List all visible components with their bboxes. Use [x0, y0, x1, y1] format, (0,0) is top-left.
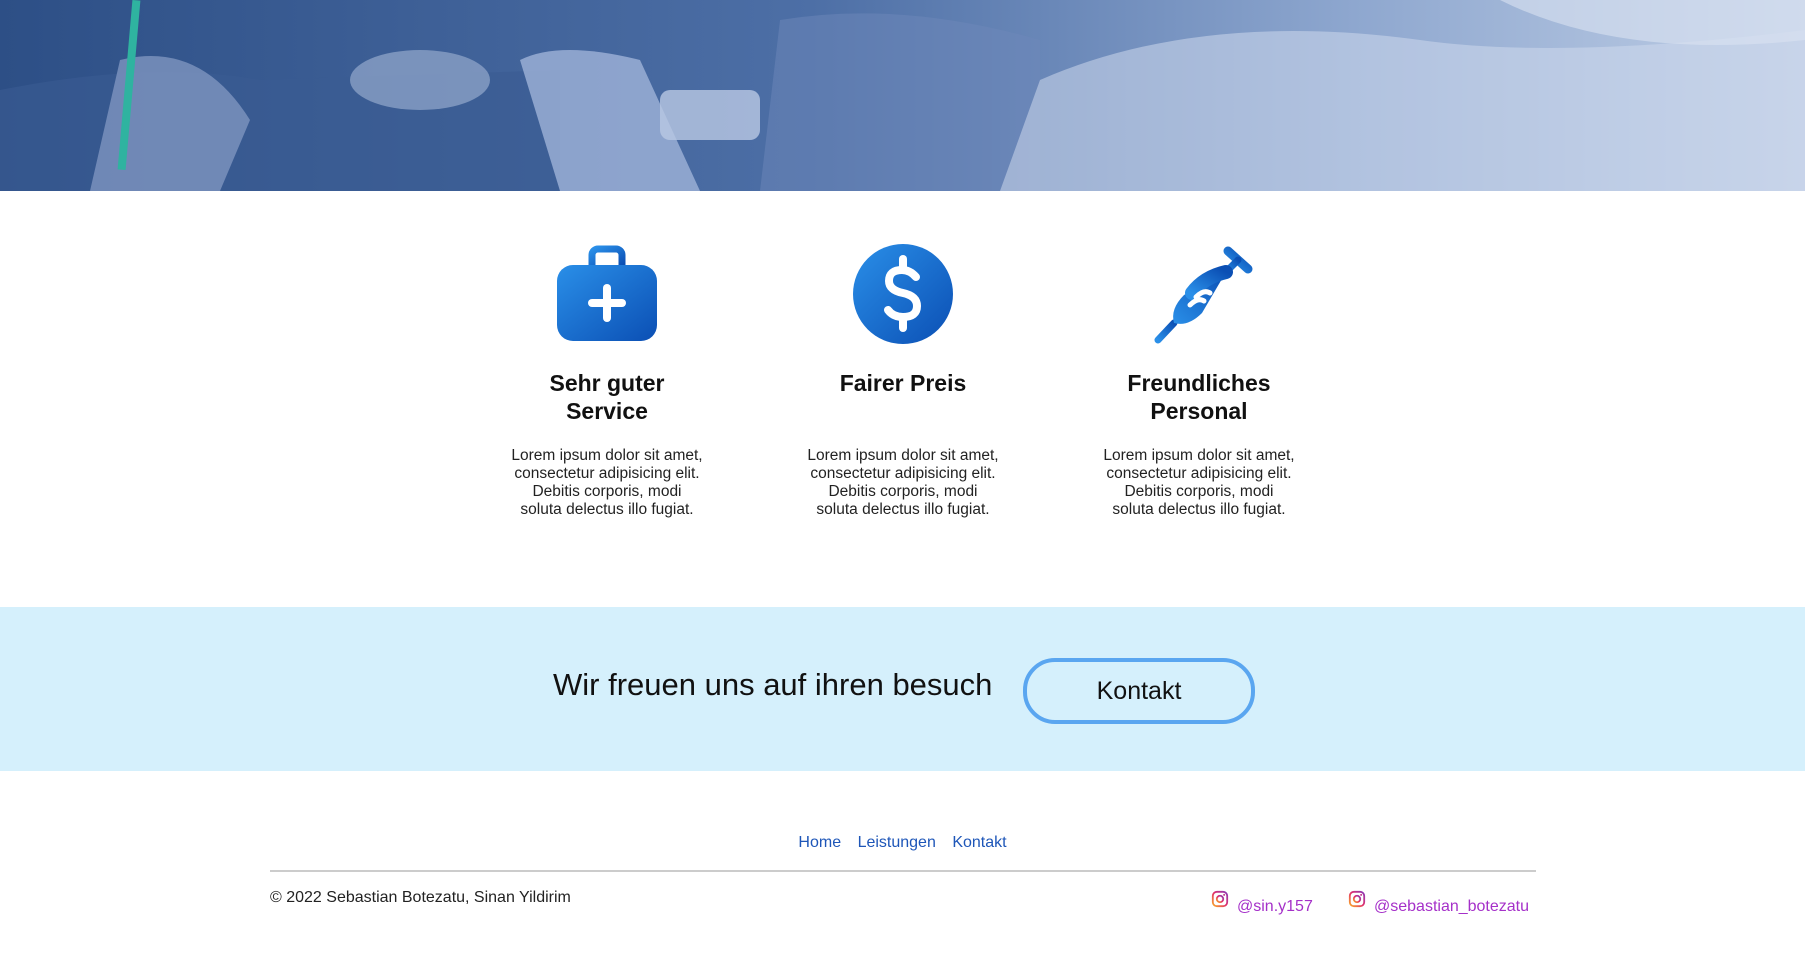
feature-title: Sehr guter Service — [549, 370, 665, 424]
feature-staff: Freundliches Personal Lorem ipsum dolor … — [1094, 239, 1304, 519]
social-link-sin[interactable]: @sin.y157 — [1211, 890, 1313, 916]
copyright: © 2022 Sebastian Botezatu, Sinan Yildiri… — [270, 889, 571, 906]
social-handle: @sin.y157 — [1237, 898, 1313, 915]
feature-text: Lorem ipsum dolor sit amet, consectetur … — [807, 447, 999, 518]
instagram-icon — [1211, 890, 1229, 908]
instagram-icon — [1348, 890, 1366, 908]
feature-text: Lorem ipsum dolor sit amet, consectetur … — [511, 447, 703, 518]
feature-service: Sehr guter Service Lorem ipsum dolor sit… — [502, 239, 712, 519]
hero-image — [0, 0, 1805, 191]
footer-nav: Home Leistungen Kontakt — [0, 834, 1805, 852]
footer-divider — [270, 870, 1536, 872]
feature-text: Lorem ipsum dolor sit amet, consectetur … — [1103, 447, 1295, 518]
feature-price: Fairer Preis Lorem ipsum dolor sit amet,… — [798, 239, 1008, 519]
syringe-icon — [1154, 246, 1253, 344]
medical-kit-icon — [557, 245, 657, 341]
kontakt-button[interactable]: Kontakt — [1023, 658, 1255, 724]
footer: Home Leistungen Kontakt © 2022 Sebastian… — [0, 771, 1805, 955]
cta-text: Wir freuen uns auf ihren besuch — [553, 667, 993, 702]
social-link-sebastian[interactable]: @sebastian_botezatu — [1348, 890, 1530, 916]
features-section: Sehr guter Service Lorem ipsum dolor sit… — [0, 191, 1805, 607]
cta-band: Wir freuen uns auf ihren besuch Kontakt — [0, 607, 1805, 771]
social-handle: @sebastian_botezatu — [1374, 898, 1530, 915]
dollar-icon — [853, 244, 953, 344]
feature-title: Fairer Preis — [839, 370, 967, 396]
footer-link-kontakt[interactable]: Kontakt — [952, 834, 1006, 851]
feature-title: Freundliches Personal — [1127, 370, 1271, 424]
footer-link-home[interactable]: Home — [798, 834, 841, 851]
footer-link-leistungen[interactable]: Leistungen — [858, 834, 936, 851]
